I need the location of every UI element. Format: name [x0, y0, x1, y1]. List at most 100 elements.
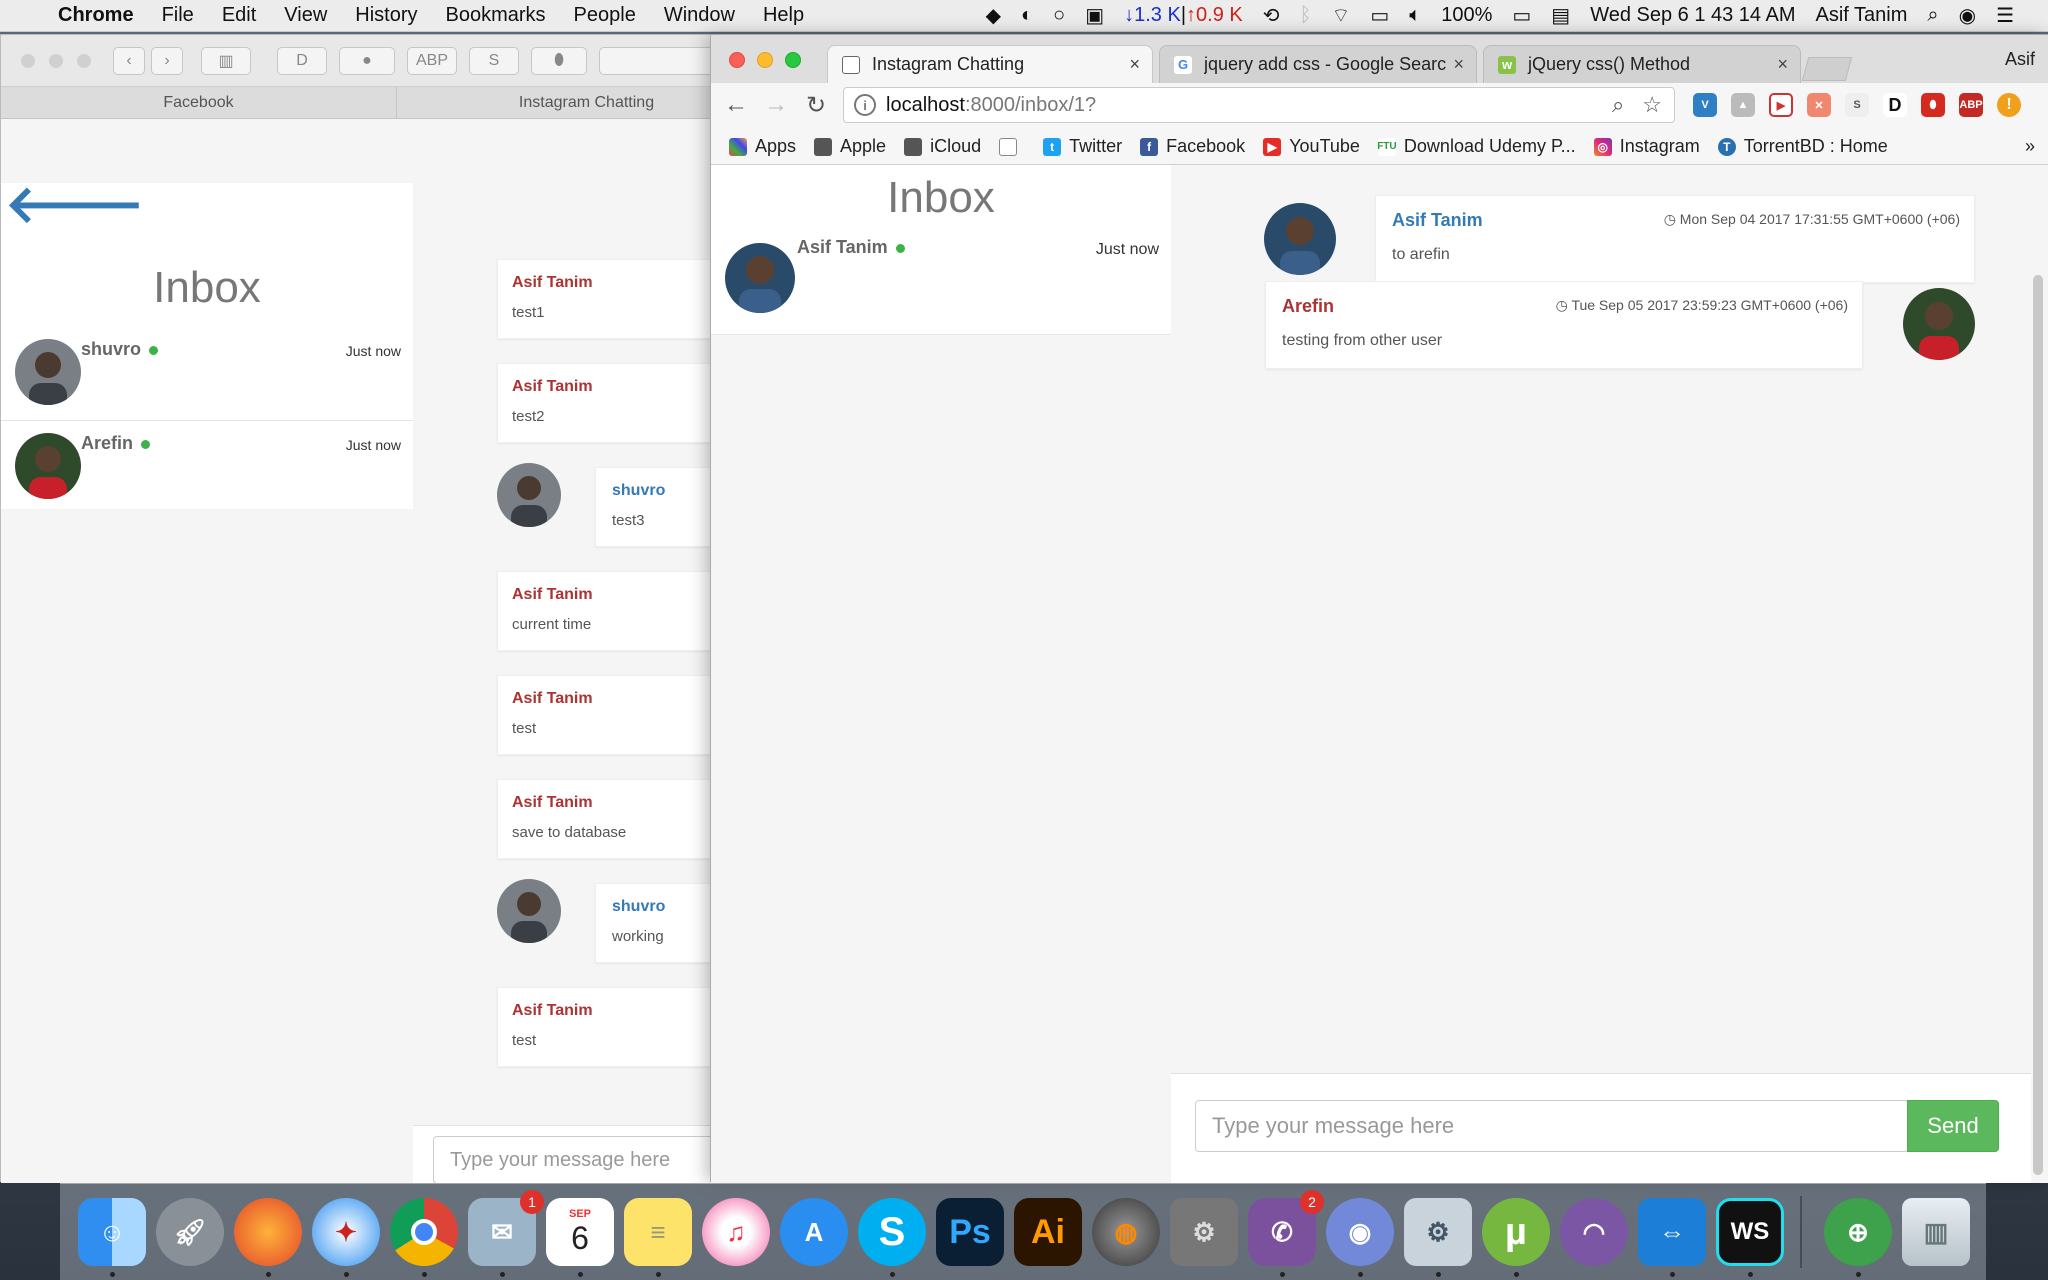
drive-extension-icon[interactable]: ▲ — [1731, 93, 1755, 117]
bookmark-apple[interactable]: Apple — [814, 136, 886, 157]
photoshop-icon[interactable]: Ps — [936, 1198, 1004, 1266]
airplay-icon[interactable]: ▭ — [1360, 3, 1399, 28]
bookmark-apps[interactable]: Apps — [729, 136, 796, 157]
teamviewer-icon[interactable]: ⇔ — [1638, 1198, 1706, 1266]
disk-utility-icon[interactable]: ◍ — [1092, 1198, 1160, 1266]
page-scrollbar[interactable] — [2033, 275, 2043, 1175]
flag-icon[interactable]: ▤ — [1541, 3, 1580, 28]
back-arrow-icon[interactable]: 🡐 — [5, 179, 144, 231]
system-preferences-icon[interactable]: ⚙ — [1170, 1198, 1238, 1266]
tab-instagram-chatting[interactable]: Instagram Chatting × — [827, 45, 1153, 83]
firefox-icon[interactable] — [234, 1198, 302, 1266]
window-minimize-button[interactable] — [757, 52, 773, 68]
bookmark-torrentbd[interactable]: T TorrentBD : Home — [1717, 136, 1888, 157]
time-machine-icon[interactable]: ⟲ — [1253, 3, 1290, 28]
itunes-icon[interactable]: ♫ — [702, 1198, 770, 1266]
discord-icon[interactable]: ◉ — [1326, 1198, 1394, 1266]
webstorm-icon[interactable]: WS — [1716, 1198, 1784, 1266]
red-extension-icon[interactable]: ⬮ — [1921, 93, 1945, 117]
forward-nav-icon[interactable]: › — [151, 47, 183, 75]
chrome-icon[interactable] — [390, 1198, 458, 1266]
back-address-bar[interactable] — [599, 47, 719, 75]
launchpad-icon[interactable]: 🚀︎ — [156, 1198, 224, 1266]
bookmark-icloud[interactable]: iCloud — [904, 136, 981, 157]
menu-window[interactable]: Window — [650, 4, 749, 27]
tab-close-icon[interactable]: × — [1453, 54, 1464, 75]
menu-bookmarks[interactable]: Bookmarks — [432, 4, 560, 27]
bluetooth-icon[interactable]: ᛒ — [1290, 4, 1322, 27]
notes-icon[interactable]: ≡ — [624, 1198, 692, 1266]
menu-app-name[interactable]: Chrome — [44, 4, 148, 27]
bookmark-twitter[interactable]: t Twitter — [1043, 136, 1122, 157]
info-icon[interactable]: i — [854, 94, 876, 116]
menu-history[interactable]: History — [341, 4, 431, 27]
tab-close-icon[interactable]: × — [1777, 54, 1788, 75]
user-name[interactable]: Asif Tanim — [1806, 4, 1918, 27]
bookmark-instagram[interactable]: ◎ Instagram — [1593, 136, 1700, 157]
mail-icon[interactable]: ✉ 1 — [468, 1190, 544, 1266]
forward-icon[interactable]: → — [761, 91, 791, 119]
finder-icon[interactable]: ☺ — [78, 1198, 146, 1266]
pocket-extension-icon[interactable]: ✕ — [1807, 93, 1831, 117]
menu-edit[interactable]: Edit — [208, 4, 270, 27]
preferences-icon[interactable]: ⚙ — [1404, 1198, 1472, 1266]
app-store-icon[interactable]: A — [780, 1198, 848, 1266]
back-icon[interactable]: ← — [721, 91, 751, 119]
new-tab-button[interactable] — [1801, 57, 1853, 81]
trash-icon[interactable]: ▥ — [1902, 1198, 1970, 1266]
bookmark-facebook[interactable]: f Facebook — [1140, 136, 1245, 157]
bookmarks-more-icon[interactable]: » — [2025, 136, 2035, 157]
bookmark-star-icon[interactable]: ☆ — [1642, 92, 1662, 118]
lightbulb-extension-icon[interactable]: ● — [339, 47, 395, 75]
bookmark-blank[interactable] — [999, 137, 1025, 156]
siri-icon[interactable]: ◉ — [1949, 3, 1986, 28]
sidebar-toggle-icon[interactable]: ▥ — [201, 47, 251, 75]
menu-view[interactable]: View — [270, 4, 341, 27]
message-input[interactable]: Type your message here — [1195, 1100, 1909, 1152]
alert-extension-icon[interactable]: ! — [1997, 93, 2021, 117]
adblock-extension-icon[interactable]: ABP — [407, 47, 457, 75]
spotlight-search-icon[interactable]: ⌕ — [1917, 4, 1948, 27]
skype-icon[interactable]: S — [858, 1198, 926, 1266]
shield-extension-icon[interactable]: V — [1693, 93, 1717, 117]
tab-close-icon[interactable]: × — [1129, 54, 1140, 75]
utorrent-icon[interactable]: µ — [1482, 1198, 1550, 1266]
shield-extension-icon[interactable]: ⬮ — [531, 47, 587, 75]
battery-icon[interactable]: ▭ — [1502, 3, 1541, 28]
tab-jquery-css[interactable]: w jQuery css() Method × — [1483, 45, 1801, 83]
profile-name[interactable]: Asif — [2005, 49, 2035, 70]
safari-icon[interactable]: ✦ — [312, 1198, 380, 1266]
sync-icon[interactable]: ◐ — [1011, 4, 1043, 27]
reload-icon[interactable]: ↻ — [801, 91, 831, 120]
send-button[interactable]: Send — [1907, 1100, 1999, 1152]
viber-icon[interactable]: ✆ 2 — [1248, 1190, 1324, 1266]
app-status-icon[interactable]: ▣ — [1075, 3, 1114, 28]
network-speed[interactable]: ↓1.3 K|↑0.9 K — [1114, 4, 1253, 27]
window-close-button[interactable] — [729, 52, 745, 68]
tab-google-search[interactable]: G jquery add css - Google Searc × — [1159, 45, 1477, 83]
dropbox-icon[interactable]: ◆ — [976, 3, 1011, 28]
address-bar[interactable]: i localhost:8000/inbox/1? ⌕ ☆ — [843, 87, 1675, 123]
volume-icon[interactable]: 🔈︎ — [1399, 4, 1431, 27]
tab-facebook[interactable]: Facebook — [1, 87, 397, 119]
bookmark-udemy[interactable]: FTU Download Udemy P... — [1377, 136, 1575, 157]
s-extension-icon[interactable]: S — [1845, 93, 1869, 117]
torrent-client-icon[interactable]: ◠ — [1560, 1198, 1628, 1266]
clock[interactable]: Wed Sep 6 1 43 14 AM — [1580, 4, 1805, 27]
video-extension-icon[interactable]: ▶ — [1769, 93, 1793, 117]
contact-item[interactable]: shuvro Just now — [1, 327, 413, 421]
s-extension-icon[interactable]: S — [469, 47, 519, 75]
wifi-icon[interactable]: ⌔ — [1322, 3, 1361, 28]
window-minimize-button[interactable] — [49, 54, 63, 68]
bookmark-youtube[interactable]: ▶ YouTube — [1263, 136, 1360, 157]
calendar-icon[interactable]: SEP 6 — [546, 1198, 614, 1266]
contact-item[interactable]: Asif Tanim Just now — [711, 237, 1171, 335]
window-zoom-button[interactable] — [77, 54, 91, 68]
illustrator-icon[interactable]: Ai — [1014, 1198, 1082, 1266]
menu-people[interactable]: People — [560, 4, 650, 27]
dashlane-extension-icon[interactable]: D — [1883, 93, 1907, 117]
adblock-extension-icon[interactable]: ABP — [1959, 93, 1983, 117]
zoom-icon[interactable]: ⌕ — [1612, 92, 1624, 118]
back-message-input[interactable]: Type your message here — [433, 1136, 713, 1183]
menu-help[interactable]: Help — [749, 4, 818, 27]
